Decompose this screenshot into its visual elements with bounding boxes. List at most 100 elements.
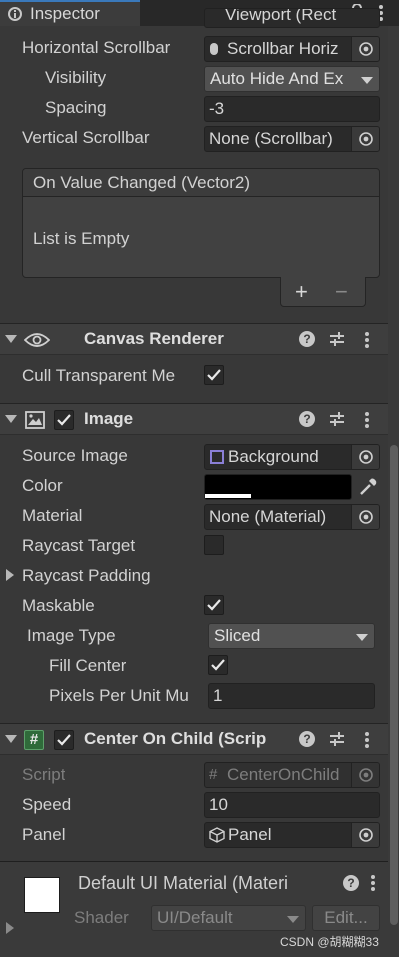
visibility-value: Auto Hide And Ex <box>210 69 344 88</box>
object-picker-icon[interactable] <box>351 505 379 529</box>
image-enabled-checkbox[interactable] <box>54 410 74 430</box>
raycast-padding-label[interactable]: Raycast Padding <box>22 566 151 586</box>
script-label: Script <box>22 765 66 784</box>
scrollbar-object-icon <box>210 43 218 55</box>
material-thumbnail[interactable] <box>24 877 60 913</box>
alpha-bar <box>205 494 251 498</box>
checkmark-icon <box>57 414 71 426</box>
help-icon[interactable]: ? <box>299 731 315 747</box>
vertical-scrollbar-label: Vertical Scrollbar <box>22 128 150 147</box>
event-title: On Value Changed (Vector2) <box>33 173 251 192</box>
pixels-per-unit-value: 1 <box>213 686 223 705</box>
spacing-input[interactable]: -3 <box>204 96 380 122</box>
object-picker-icon[interactable] <box>351 37 379 61</box>
maskable-checkbox[interactable] <box>204 595 224 615</box>
maskable-label: Maskable <box>22 596 95 615</box>
source-image-label: Source Image <box>22 446 128 465</box>
object-picker-icon[interactable] <box>351 823 379 847</box>
raycast-target-label: Raycast Target <box>22 536 136 555</box>
sprite-icon <box>210 450 224 464</box>
material-field[interactable]: None (Material) <box>204 504 380 530</box>
cs-script-icon: # <box>209 766 218 783</box>
remove-icon[interactable]: − <box>335 279 348 305</box>
event-empty-label: List is Empty <box>33 229 130 248</box>
fill-center-label: Fill Center <box>49 656 127 675</box>
kebab-menu-icon[interactable] <box>364 331 370 349</box>
presets-icon[interactable] <box>329 411 345 427</box>
kebab-menu-icon[interactable] <box>370 874 376 892</box>
pixels-per-unit-input[interactable]: 1 <box>208 683 375 709</box>
object-picker-icon[interactable] <box>351 445 379 469</box>
canvas-renderer-header[interactable]: Canvas Renderer ? <box>0 323 388 355</box>
script-field: # CenterOnChild <box>204 762 380 788</box>
inspector-tab-label: Inspector <box>30 4 100 23</box>
kebab-menu-icon[interactable] <box>364 731 370 749</box>
foldout-arrow-icon[interactable] <box>5 335 17 343</box>
color-label: Color <box>22 476 63 495</box>
center-on-child-title: Center On Child (Scrip <box>84 729 267 748</box>
presets-icon[interactable] <box>329 731 345 747</box>
center-on-child-header[interactable]: # Center On Child (Scrip ? <box>0 723 388 755</box>
foldout-arrow-icon[interactable] <box>6 922 14 934</box>
shader-edit-label: Edit... <box>324 908 368 927</box>
image-type-dropdown[interactable]: Sliced <box>208 623 375 649</box>
horizontal-scrollbar-field[interactable]: Scrollbar Horiz <box>204 36 380 62</box>
image-header[interactable]: Image ? <box>0 403 388 435</box>
eyedropper-icon[interactable] <box>358 477 378 497</box>
image-type-label: Image Type <box>27 626 116 645</box>
vertical-scrollbar-value: None (Scrollbar) <box>209 129 333 148</box>
chevron-down-icon <box>287 916 299 923</box>
foldout-arrow-icon[interactable] <box>5 735 17 743</box>
image-title: Image <box>84 409 134 428</box>
viewport-value: Viewport (Rect <box>225 8 337 24</box>
inspector-tab[interactable]: Inspector <box>0 0 140 26</box>
kebab-menu-icon[interactable] <box>364 411 370 429</box>
raycast-target-checkbox[interactable] <box>204 535 224 555</box>
gameobject-icon <box>209 827 225 843</box>
visibility-dropdown[interactable]: Auto Hide And Ex <box>204 66 380 92</box>
event-header: On Value Changed (Vector2) <box>23 169 379 197</box>
on-value-changed-event: On Value Changed (Vector2) List is Empty <box>22 168 380 278</box>
horizontal-scrollbar-value: Scrollbar Horiz <box>227 39 339 58</box>
help-icon[interactable]: ? <box>299 331 315 347</box>
color-swatch[interactable] <box>204 474 352 500</box>
inspector-icon <box>7 6 23 22</box>
shader-label: Shader <box>74 908 129 927</box>
shader-edit-button: Edit... <box>312 905 380 931</box>
material-value: None (Material) <box>209 507 327 526</box>
add-icon[interactable]: + <box>295 279 308 305</box>
material-label: Material <box>22 506 83 525</box>
script-icon: # <box>24 730 44 750</box>
foldout-arrow-icon[interactable] <box>6 569 14 581</box>
panel-field[interactable]: Panel <box>204 822 380 848</box>
script-value: CenterOnChild <box>227 765 340 784</box>
object-picker-icon[interactable] <box>351 127 379 151</box>
speed-value: 10 <box>209 795 228 814</box>
watermark: CSDN @胡糊糊33 <box>280 935 379 949</box>
horizontal-scrollbar-label: Horizontal Scrollbar <box>22 38 171 57</box>
presets-icon[interactable] <box>329 331 345 347</box>
vertical-scrollbar-field[interactable]: None (Scrollbar) <box>204 126 380 152</box>
checkmark-icon <box>57 734 71 746</box>
shader-dropdown: UI/Default <box>151 905 306 931</box>
checkmark-icon <box>207 369 221 381</box>
inspector-scrollbar-thumb[interactable] <box>390 445 398 925</box>
spacing-label: Spacing <box>45 98 107 117</box>
pixels-per-unit-label: Pixels Per Unit Mu <box>49 686 189 705</box>
center-on-child-enabled-checkbox[interactable] <box>54 730 74 750</box>
chevron-down-icon <box>361 77 373 84</box>
chevron-down-icon <box>356 634 368 641</box>
material-title: Default UI Material (Materi <box>78 873 289 893</box>
help-icon[interactable]: ? <box>343 875 359 891</box>
cull-transparent-label: Cull Transparent Me <box>22 366 176 385</box>
panel-label: Panel <box>22 825 66 844</box>
image-type-value: Sliced <box>214 626 261 645</box>
cull-transparent-checkbox[interactable] <box>204 365 224 385</box>
speed-input[interactable]: 10 <box>204 792 380 818</box>
fill-center-checkbox[interactable] <box>208 655 228 675</box>
source-image-field[interactable]: Background <box>204 444 380 470</box>
viewport-field[interactable]: Viewport (Rect <box>204 8 380 28</box>
eye-icon <box>24 331 50 349</box>
foldout-arrow-icon[interactable] <box>5 415 17 423</box>
help-icon[interactable]: ? <box>299 411 315 427</box>
